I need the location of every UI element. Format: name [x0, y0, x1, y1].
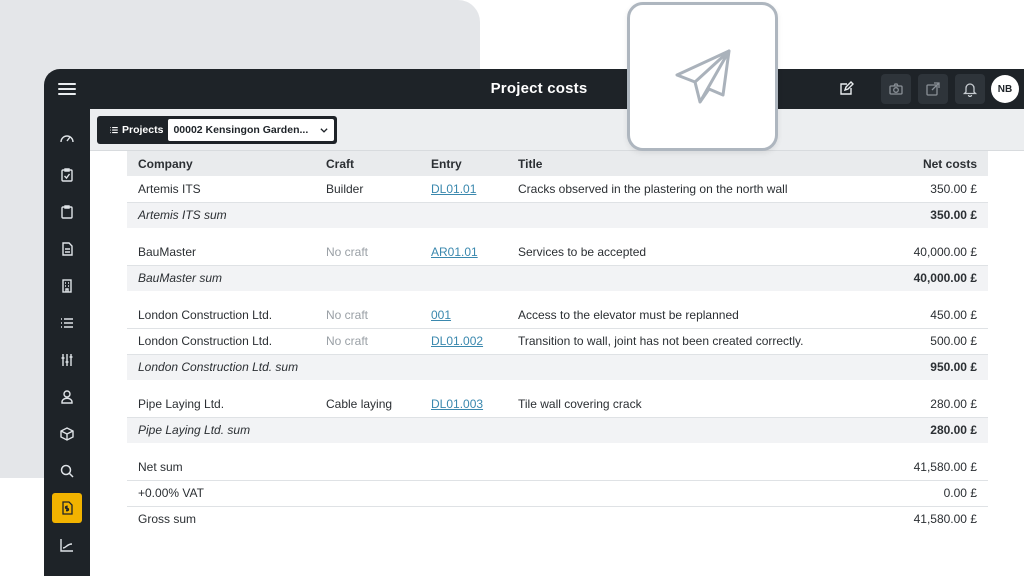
table-row: London Construction Ltd. No craft DL01.0… — [127, 328, 988, 355]
spacer-row — [127, 380, 988, 391]
edit-icon[interactable] — [831, 74, 861, 104]
title-cell: Cracks observed in the plastering on the… — [507, 176, 837, 203]
sliders-icon[interactable] — [52, 345, 82, 375]
group-sum-value: 280.00 £ — [837, 417, 988, 443]
top-bar: Project costs NB — [44, 69, 1024, 109]
projects-label-text: Projects — [122, 124, 164, 136]
group-sum-label: London Construction Ltd. sum — [127, 354, 837, 380]
group-sum-row: London Construction Ltd. sum 950.00 £ — [127, 354, 988, 380]
column-header[interactable]: Company — [127, 151, 315, 176]
title-cell: Services to be accepted — [507, 239, 837, 266]
spacer-row — [127, 443, 988, 454]
group-sum-value: 350.00 £ — [837, 202, 988, 228]
net-sum-label: Net sum — [127, 454, 837, 481]
group-sum-value: 40,000.00 £ — [837, 265, 988, 291]
table-row: Pipe Laying Ltd. Cable laying DL01.003 T… — [127, 391, 988, 418]
column-header[interactable]: Title — [507, 151, 837, 176]
net-cost-cell: 350.00 £ — [837, 176, 988, 203]
column-header[interactable]: Craft — [315, 151, 420, 176]
vat-value: 0.00 £ — [837, 480, 988, 507]
list-icon — [110, 126, 118, 134]
company-cell: London Construction Ltd. — [127, 302, 315, 329]
group-sum-value: 950.00 £ — [837, 354, 988, 380]
spacer-row — [127, 228, 988, 239]
table-row: BauMaster No craft AR01.01 Services to b… — [127, 239, 988, 266]
camera-icon[interactable] — [881, 74, 911, 104]
entry-link[interactable]: AR01.01 — [431, 245, 478, 259]
net-cost-cell: 500.00 £ — [837, 328, 988, 355]
cost-table: Company Craft Entry Title Net costs Arte… — [127, 151, 988, 532]
vat-label: +0.00% VAT — [127, 480, 837, 507]
project-select-value: 00002 Kensingon Garden... — [173, 124, 309, 136]
title-cell: Tile wall covering crack — [507, 391, 837, 418]
clipboard-icon[interactable] — [52, 197, 82, 227]
group-sum-row: Artemis ITS sum 350.00 £ — [127, 202, 988, 228]
invoice-icon[interactable] — [52, 493, 82, 523]
gross-sum-row: Gross sum 41,580.00 £ — [127, 506, 988, 532]
page-title: Project costs — [490, 80, 588, 97]
entry-link[interactable]: DL01.002 — [431, 334, 483, 348]
cost-report: Company Craft Entry Title Net costs Arte… — [90, 151, 1024, 576]
group-sum-label: Artemis ITS sum — [127, 202, 837, 228]
group-sum-row: Pipe Laying Ltd. sum 280.00 £ — [127, 417, 988, 443]
net-cost-cell: 280.00 £ — [837, 391, 988, 418]
table-row: London Construction Ltd. No craft 001 Ac… — [127, 302, 988, 329]
table-header: Company Craft Entry Title Net costs — [127, 151, 988, 176]
dashboard-icon[interactable] — [52, 123, 82, 153]
send-card[interactable] — [627, 2, 778, 151]
building-icon[interactable] — [52, 271, 82, 301]
craft-cell: No craft — [315, 302, 420, 329]
craft-cell: Cable laying — [315, 391, 420, 418]
column-header[interactable]: Entry — [420, 151, 507, 176]
craft-cell: Builder — [315, 176, 420, 203]
table-row: Artemis ITS Builder DL01.01 Cracks obser… — [127, 176, 988, 203]
chevron-down-icon — [320, 128, 328, 133]
group-sum-label: BauMaster sum — [127, 265, 837, 291]
cube-icon[interactable] — [52, 419, 82, 449]
filter-toolbar: Projects 00002 Kensingon Garden... — [90, 109, 1024, 151]
document-icon[interactable] — [52, 234, 82, 264]
project-select[interactable]: 00002 Kensingon Garden... — [168, 119, 334, 141]
group-sum-label: Pipe Laying Ltd. sum — [127, 417, 837, 443]
company-cell: London Construction Ltd. — [127, 328, 315, 355]
user-icon[interactable] — [52, 382, 82, 412]
app-window: Project costs NB Projects 00002 Kensingo… — [44, 69, 1024, 576]
net-sum-value: 41,580.00 £ — [837, 454, 988, 481]
search-icon[interactable] — [52, 456, 82, 486]
company-cell: Artemis ITS — [127, 176, 315, 203]
title-cell: Transition to wall, joint has not been c… — [507, 328, 837, 355]
craft-cell: No craft — [315, 328, 420, 355]
title-cell: Access to the elevator must be replanned — [507, 302, 837, 329]
entry-link[interactable]: DL01.01 — [431, 182, 476, 196]
spacer-row — [127, 291, 988, 302]
export-icon[interactable] — [918, 74, 948, 104]
company-cell: Pipe Laying Ltd. — [127, 391, 315, 418]
sidebar — [44, 109, 90, 576]
list-icon[interactable] — [52, 308, 82, 338]
net-cost-cell: 450.00 £ — [837, 302, 988, 329]
clipboard-check-icon[interactable] — [52, 160, 82, 190]
bell-icon[interactable] — [955, 74, 985, 104]
company-cell: BauMaster — [127, 239, 315, 266]
vat-row: +0.00% VAT 0.00 £ — [127, 480, 988, 507]
craft-cell: No craft — [315, 239, 420, 266]
group-sum-row: BauMaster sum 40,000.00 £ — [127, 265, 988, 291]
net-cost-cell: 40,000.00 £ — [837, 239, 988, 266]
gross-sum-value: 41,580.00 £ — [913, 512, 977, 527]
entry-link[interactable]: DL01.003 — [431, 397, 483, 411]
column-header[interactable]: Net costs — [837, 151, 988, 176]
avatar[interactable]: NB — [991, 75, 1019, 103]
projects-label: Projects — [100, 124, 168, 136]
chart-icon[interactable] — [52, 530, 82, 560]
gross-sum-label: Gross sum — [138, 512, 197, 527]
project-picker[interactable]: Projects 00002 Kensingon Garden... — [97, 116, 337, 144]
entry-link[interactable]: 001 — [431, 308, 451, 322]
net-sum-row: Net sum 41,580.00 £ — [127, 454, 988, 481]
paper-plane-icon — [675, 49, 730, 103]
